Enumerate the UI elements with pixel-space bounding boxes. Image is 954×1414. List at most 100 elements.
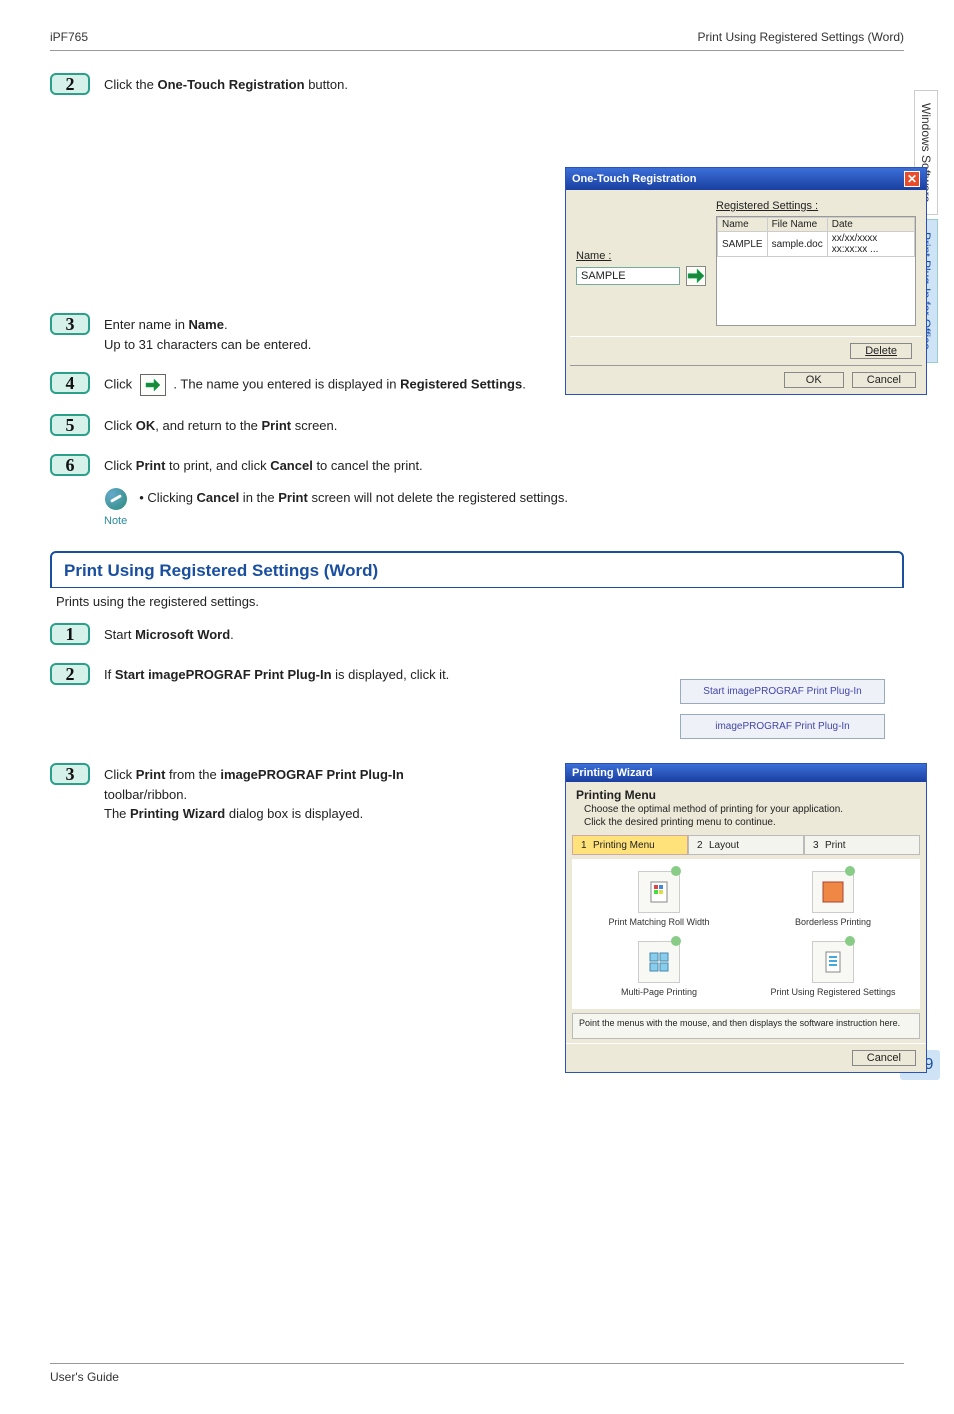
arrow-right-icon — [687, 268, 705, 284]
wizard-step-3[interactable]: 3Print — [804, 835, 920, 855]
text: Clicking — [147, 490, 196, 505]
text-bold: Print — [278, 490, 308, 505]
dialog-title: One-Touch Registration — [572, 173, 696, 185]
wizard-step-2[interactable]: 2Layout — [688, 835, 804, 855]
close-icon[interactable]: ✕ — [904, 171, 920, 187]
wizard-steps: 1Printing Menu 2Layout 3Print — [572, 835, 920, 855]
step-index: 2 — [697, 840, 709, 851]
text-bold: Registered Settings — [400, 376, 522, 391]
wizard-item-roll-width[interactable]: Print Matching Roll Width — [608, 871, 709, 927]
text: Click the — [104, 77, 157, 92]
text: from the — [165, 767, 220, 782]
section-title: Print Using Registered Settings (Word) — [64, 557, 890, 587]
step-number: 2 — [50, 73, 90, 95]
col-date[interactable]: Date — [827, 218, 914, 232]
step-body: Click Print from the imagePROGRAF Print … — [104, 763, 484, 824]
text: dialog box is displayed. — [225, 806, 363, 821]
step-number: 3 — [50, 763, 90, 785]
step-a2: 2 Click the One-Touch Registration butto… — [50, 73, 904, 95]
text: , and return to the — [155, 418, 261, 433]
text: . — [224, 317, 228, 332]
text: screen. — [291, 418, 337, 433]
text: Up to 31 characters can be entered. — [104, 337, 311, 352]
step-body: Click the One-Touch Registration button. — [104, 73, 904, 95]
text: If — [104, 667, 115, 682]
cancel-button[interactable]: Cancel — [852, 1050, 916, 1066]
wizard-item-multipage[interactable]: Multi-Page Printing — [621, 941, 697, 997]
item-label: Borderless Printing — [795, 917, 871, 927]
step-body: Click OK, and return to the Print screen… — [104, 414, 904, 436]
ok-button[interactable]: OK — [784, 372, 844, 388]
step-index: 3 — [813, 840, 825, 851]
name-label: Name : — [576, 250, 706, 262]
section-header: Print Using Registered Settings (Word) — [50, 551, 904, 588]
registered-settings-table[interactable]: Name File Name Date SAMPLE sample.doc xx… — [716, 216, 916, 326]
step-number: 6 — [50, 454, 90, 476]
text-bold: Print — [136, 767, 166, 782]
borderless-icon — [812, 871, 854, 913]
arrow-right-icon — [140, 374, 166, 396]
step-number: 4 — [50, 372, 90, 394]
text-bold: Print — [136, 458, 166, 473]
note-icon — [105, 488, 127, 510]
item-label: Print Matching Roll Width — [608, 917, 709, 927]
text: . — [522, 376, 526, 391]
text: The — [104, 806, 130, 821]
step-a6: 6 Click Print to print, and click Cancel… — [50, 454, 904, 476]
wizard-step-1[interactable]: 1Printing Menu — [572, 835, 688, 855]
text-bold: imagePROGRAF Print Plug-In — [220, 767, 403, 782]
printing-wizard-dialog: Printing Wizard Printing Menu Choose the… — [565, 763, 927, 1073]
text: in the — [239, 490, 278, 505]
text: . The name you entered is displayed in — [173, 376, 400, 391]
text-bold: Cancel — [270, 458, 313, 473]
text-bold: One-Touch Registration — [157, 77, 304, 92]
text-bold: OK — [136, 418, 156, 433]
page-header: iPF765 Print Using Registered Settings (… — [50, 30, 904, 51]
text-bold: Microsoft Word — [135, 627, 230, 642]
text: is displayed, click it. — [332, 667, 450, 682]
text: Enter name in — [104, 317, 189, 332]
col-filename[interactable]: File Name — [767, 218, 827, 232]
wizard-hint: Point the menus with the mouse, and then… — [572, 1013, 920, 1039]
table-row[interactable]: SAMPLE sample.doc xx/xx/xxxx xx:xx:xx ..… — [718, 232, 915, 257]
cancel-button[interactable]: Cancel — [852, 372, 916, 388]
text: Start — [104, 627, 135, 642]
text-bold: Printing Wizard — [130, 806, 225, 821]
wizard-subtitle: Choose the optimal method of printing fo… — [584, 804, 916, 815]
text: to cancel the print. — [313, 458, 423, 473]
step-number: 1 — [50, 623, 90, 645]
text-bold: Start imagePROGRAF Print Plug-In — [115, 667, 332, 682]
step-label: Layout — [709, 840, 739, 851]
wizard-subtitle: Click the desired printing menu to conti… — [584, 817, 916, 828]
apply-arrow-button[interactable] — [686, 266, 706, 286]
name-input[interactable]: SAMPLE — [576, 267, 680, 285]
text: Click — [104, 767, 136, 782]
cell: sample.doc — [767, 232, 827, 257]
text: screen will not delete the registered se… — [308, 490, 568, 505]
one-touch-registration-dialog: One-Touch Registration ✕ Name : SAMPLE — [565, 167, 927, 395]
section-description: Prints using the registered settings. — [56, 594, 904, 609]
registered-settings-label: Registered Settings : — [716, 200, 916, 212]
wizard-item-registered[interactable]: Print Using Registered Settings — [770, 941, 895, 997]
step-index: 1 — [581, 840, 593, 851]
cell: SAMPLE — [718, 232, 768, 257]
header-left: iPF765 — [50, 30, 88, 44]
text: toolbar/ribbon. — [104, 787, 187, 802]
step-a5: 5 Click OK, and return to the Print scre… — [50, 414, 904, 436]
col-name[interactable]: Name — [718, 218, 768, 232]
step-label: Print — [825, 840, 846, 851]
page-footer: User's Guide — [50, 1363, 904, 1384]
roll-width-icon — [638, 871, 680, 913]
text-bold: Name — [189, 317, 224, 332]
wizard-item-borderless[interactable]: Borderless Printing — [795, 871, 871, 927]
text: button. — [305, 77, 348, 92]
plugin-toolbar-label: imagePROGRAF Print Plug-In — [680, 714, 885, 739]
registered-settings-icon — [812, 941, 854, 983]
step-number: 3 — [50, 313, 90, 335]
step-number: 2 — [50, 663, 90, 685]
start-plugin-button[interactable]: Start imagePROGRAF Print Plug-In — [680, 679, 885, 704]
note: Note Clicking Cancel in the Print screen… — [104, 488, 904, 527]
multipage-icon — [638, 941, 680, 983]
delete-button[interactable]: Delete — [850, 343, 912, 359]
item-label: Print Using Registered Settings — [770, 987, 895, 997]
